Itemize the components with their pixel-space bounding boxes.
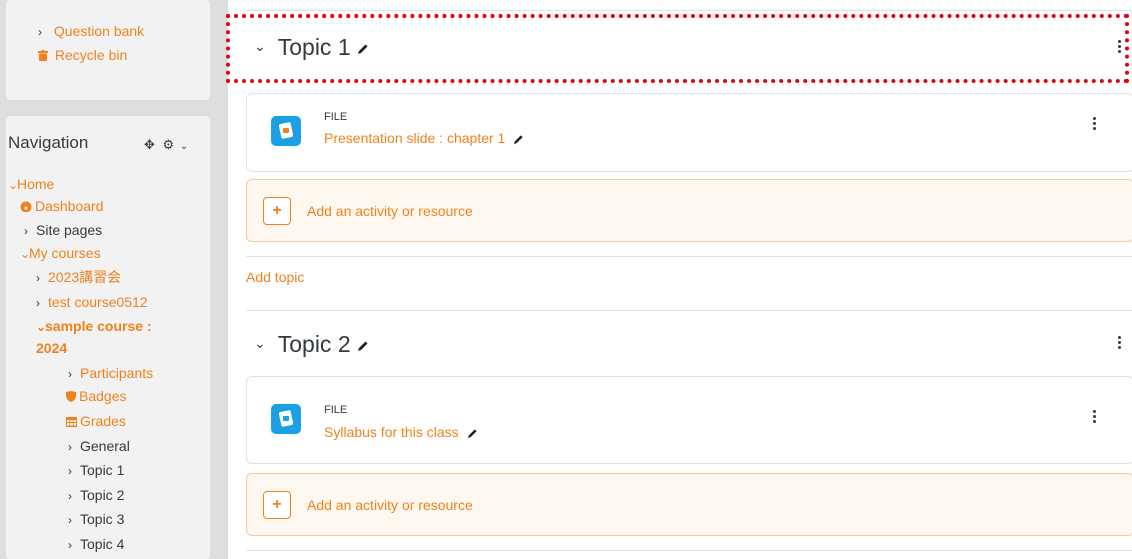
nav-topic-3[interactable]: › Topic 3 [68,508,124,531]
chevron-right-icon: › [24,224,28,238]
activity-type-label: FILE [324,404,348,416]
dashboard-icon [20,201,32,213]
nav-topic-2[interactable]: › Topic 2 [68,484,124,507]
recycle-bin-label: Recycle bin [54,47,128,63]
nav-my-courses-label: My courses [29,245,101,261]
add-topic-link[interactable]: Add topic [246,269,304,285]
nav-my-courses[interactable]: ⌄My courses [20,242,101,265]
nav-grades-label: Grades [80,413,126,429]
activity-name: Syllabus for this class [324,424,459,440]
gear-icon[interactable]: ⚙ [163,137,175,152]
nav-course-test[interactable]: › test course0512 [36,291,148,314]
pencil-icon[interactable] [513,134,524,145]
chevron-right-icon: › [68,489,72,503]
nav-topic-2-label: Topic 2 [80,487,125,503]
chevron-down-icon: ⌄ [20,247,31,261]
chevron-right-icon: › [38,25,42,39]
chevron-down-icon: ⌄ [8,178,19,192]
plus-icon: + [263,197,291,225]
divider [246,550,1132,551]
nav-topic-1[interactable]: › Topic 1 [68,459,124,482]
nav-badges-label: Badges [79,388,127,404]
activity-link[interactable]: Syllabus for this class [324,424,478,440]
activity-name: Presentation slide : chapter 1 [324,130,506,146]
chevron-down-icon[interactable]: ⌄ [180,141,188,152]
nav-grades[interactable]: Grades [66,410,126,432]
nav-course-2023[interactable]: › 2023講習会 [36,266,121,289]
chevron-right-icon: › [68,513,72,527]
nav-site-pages-label: Site pages [36,222,103,238]
table-icon [66,417,77,427]
topic-2-title: Topic 2 [277,331,351,357]
chevron-down-icon: ⌄ [36,320,47,334]
nav-course-test-label: test course0512 [48,294,148,310]
nav-course-sample[interactable]: ⌄sample course : [36,315,152,338]
left-column: › Question bank Recycle bin Navigation ✥… [0,0,228,559]
nav-badges[interactable]: Badges [66,385,126,407]
plus-icon: + [263,491,291,519]
nav-home-label: Home [17,176,55,192]
file-icon [271,404,301,434]
activity-item-topic-2: FILE Syllabus for this class [246,376,1132,464]
chevron-right-icon: › [36,296,40,310]
nav-course-sample-year[interactable]: 2024 [36,337,67,359]
chevron-right-icon: › [68,538,72,552]
question-bank-label: Question bank [53,23,145,39]
activity-menu-icon[interactable] [1093,117,1096,132]
pencil-icon[interactable] [357,340,369,352]
highlight-box [226,14,1129,83]
chevron-right-icon: › [68,367,72,381]
nav-topic-4-label: Topic 4 [80,536,125,552]
pencil-icon[interactable] [467,428,478,439]
add-activity-button[interactable]: + Add an activity or resource [246,179,1132,242]
nav-general[interactable]: › General [68,435,130,458]
nav-participants[interactable]: › Participants [68,362,153,385]
topic-2-menu-icon[interactable] [1118,336,1121,351]
nav-dashboard[interactable]: Dashboard [20,195,104,217]
chevron-right-icon: › [36,271,40,285]
recycle-bin-link[interactable]: Recycle bin [38,44,127,66]
add-activity-label: Add an activity or resource [307,497,473,513]
divider [246,256,1132,257]
nav-topic-3-label: Topic 3 [80,511,125,527]
file-icon [271,116,301,146]
add-activity-label: Add an activity or resource [307,203,473,219]
divider [246,310,1132,311]
move-icon[interactable]: ✥ [144,137,155,152]
chevron-right-icon: › [68,464,72,478]
question-bank-link[interactable]: › Question bank [38,20,144,43]
nav-dashboard-label: Dashboard [35,198,104,214]
nav-site-pages[interactable]: › Site pages [24,219,102,242]
activity-item-topic-1: FILE Presentation slide : chapter 1 [246,93,1132,172]
trash-icon [38,50,48,61]
add-activity-button[interactable]: + Add an activity or resource [246,473,1132,536]
nav-topic-1-label: Topic 1 [80,462,125,478]
nav-topic-4[interactable]: › Topic 4 [68,533,124,556]
divider [246,10,1132,11]
badge-shield-icon [66,391,76,402]
navigation-title: Navigation [8,133,89,152]
nav-course-2023-label: 2023講習会 [48,269,122,285]
activity-type-label: FILE [324,111,348,123]
topic-2-header[interactable]: ⌄ Topic 2 [254,331,369,358]
nav-participants-label: Participants [80,365,154,381]
chevron-right-icon: › [68,440,72,454]
nav-general-label: General [80,438,130,454]
activity-link[interactable]: Presentation slide : chapter 1 [324,130,524,146]
activity-menu-icon[interactable] [1093,410,1096,425]
nav-home[interactable]: ⌄Home [8,173,54,196]
nav-course-sample-label: sample course : [45,318,152,334]
block-controls: ✥ ⚙ ⌄ [144,137,188,153]
chevron-down-icon[interactable]: ⌄ [254,335,266,352]
